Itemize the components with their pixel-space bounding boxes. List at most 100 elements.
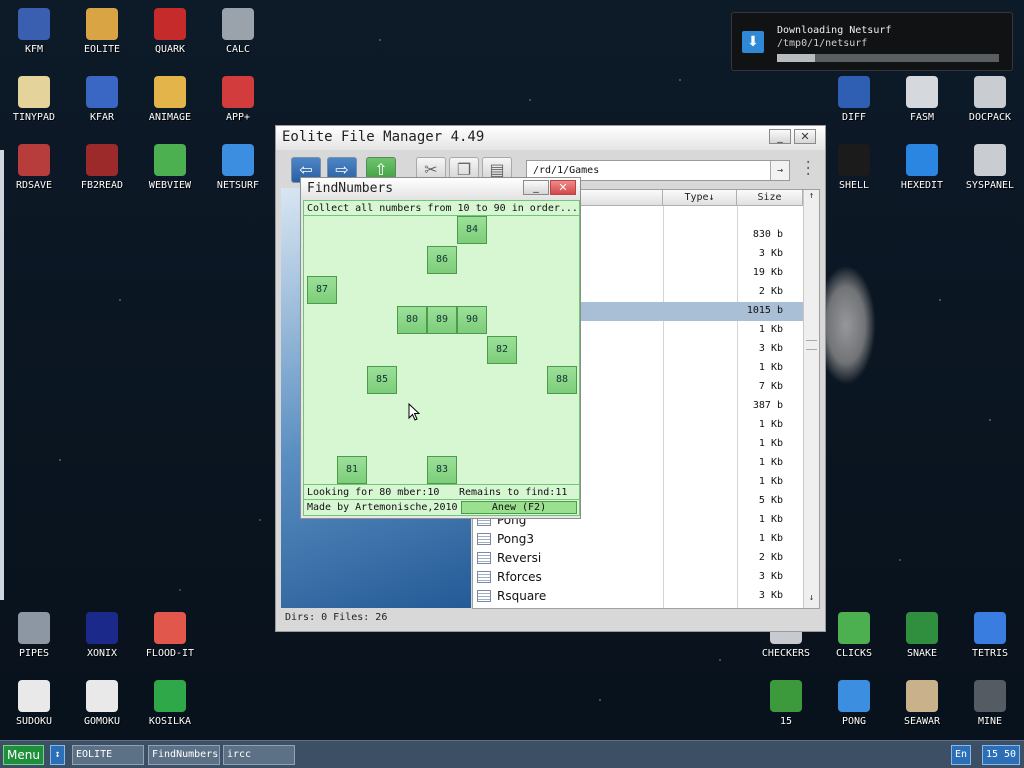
path-go-button[interactable]: → (770, 161, 789, 180)
scroll-down-icon[interactable]: ↓ (804, 593, 819, 607)
desktop-icon-xonix[interactable]: XONIX (68, 604, 136, 666)
archive-icon (86, 76, 118, 108)
xonix-icon (86, 612, 118, 644)
number-tile[interactable]: 84 (457, 216, 487, 244)
desktop-icon-flood-it[interactable]: FLOOD-IT (136, 604, 204, 666)
desktop-icon-label: SHELL (838, 180, 870, 191)
clock[interactable]: 15 50 (982, 745, 1020, 765)
desktop-icon-netsurf[interactable]: NETSURF (204, 136, 272, 198)
eolite-minimize-button[interactable]: _ (769, 129, 791, 144)
table-row[interactable]: Pong3 1 Kb (473, 530, 803, 549)
column-size-header[interactable]: Size (737, 190, 803, 206)
game-board[interactable]: Collect all numbers from 10 to 90 in ord… (303, 200, 580, 516)
eolite-close-button[interactable]: ✕ (794, 129, 816, 144)
task-ircc[interactable]: ircc (223, 745, 295, 765)
number-tile[interactable]: 87 (307, 276, 337, 304)
number-tile[interactable]: 86 (427, 246, 457, 274)
scroll-up-icon[interactable]: ↑ (804, 191, 819, 205)
blocks-icon (838, 612, 870, 644)
file-name: Pong3 (497, 532, 535, 546)
desktop-icon-clicks[interactable]: CLICKS (820, 604, 888, 666)
menu-button[interactable]: Menu (3, 745, 44, 765)
findnumbers-minimize-button[interactable]: _ (523, 180, 549, 195)
number-tile[interactable]: 81 (337, 456, 367, 484)
desktop-icon-fasm[interactable]: FASM (888, 68, 956, 130)
desktop-icon-label: KFM (24, 44, 44, 55)
remains-text: Remains to find:11 (459, 487, 568, 498)
number-tile[interactable]: 88 (547, 366, 577, 394)
column-type-header[interactable]: Type↓ (663, 190, 737, 206)
desktop-icon-mine[interactable]: MINE (956, 672, 1024, 734)
desktop-icon-label: WEBVIEW (148, 180, 192, 191)
file-size: 3 Kb (758, 590, 783, 601)
desktop-icon-label: RDSAVE (15, 180, 53, 191)
findnumbers-close-button[interactable]: ✕ (550, 180, 576, 195)
language-indicator[interactable]: En (951, 745, 971, 765)
desktop-icon-hexedit[interactable]: HEXEDIT (888, 136, 956, 198)
scroll-grip[interactable] (806, 340, 817, 350)
desktop-icon-label: MINE (977, 716, 1003, 727)
desktop-icon-syspanel[interactable]: SYSPANEL (956, 136, 1024, 198)
desktop-icon-gomoku[interactable]: GOMOKU (68, 672, 136, 734)
desktop-icon-fb2read[interactable]: FB2READ (68, 136, 136, 198)
number-tile[interactable]: 82 (487, 336, 517, 364)
number-tile[interactable]: 90 (457, 306, 487, 334)
number-tile[interactable]: 85 (367, 366, 397, 394)
desktop-icon-tinypad[interactable]: TINYPAD (0, 68, 68, 130)
desktop-icon-docpack[interactable]: DOCPACK (956, 68, 1024, 130)
table-row[interactable]: Reversi 2 Kb (473, 549, 803, 568)
board-divider (304, 215, 579, 216)
number-tile[interactable]: 83 (427, 456, 457, 484)
desktop-icon-label: SEAWAR (903, 716, 941, 727)
desktop-icon-label: PONG (841, 716, 867, 727)
file-size: 387 b (752, 400, 783, 411)
desktop-icon-kosilka[interactable]: KOSILKA (136, 672, 204, 734)
desktop-icon-pipes[interactable]: PIPES (0, 604, 68, 666)
desktop-icon-calc[interactable]: CALC (204, 0, 272, 62)
mine-icon (974, 680, 1006, 712)
download-progress-bar (777, 54, 999, 62)
number-tile[interactable]: 89 (427, 306, 457, 334)
desktop-icon-label: FB2READ (80, 180, 124, 191)
download-notification[interactable]: ⬇ Downloading Netsurf /tmp0/1/netsurf (731, 12, 1013, 71)
desktop-icon-animage[interactable]: ANIMAGE (136, 68, 204, 130)
file-size: 3 Kb (758, 248, 783, 259)
hex-icon (906, 144, 938, 176)
file-size: 19 Kb (752, 267, 783, 278)
desktop-icon-tetris[interactable]: TETRIS (956, 604, 1024, 666)
eolite-statusbar: Dirs: 0 Files: 26 (285, 612, 388, 623)
desktop-icon-kfm[interactable]: KFM (0, 0, 68, 62)
more-menu-icon[interactable]: · · · (804, 156, 812, 182)
pipes-icon (18, 612, 50, 644)
folder-icon (86, 8, 118, 40)
file-size: 1 Kb (758, 533, 783, 544)
desktop-icon-eolite[interactable]: EOLITE (68, 0, 136, 62)
desktop-icon-quark[interactable]: QUARK (136, 0, 204, 62)
taskbar: Menu ↕ EOLITE FindNumbers ircc En 15 50 (0, 740, 1024, 768)
desktop-icon-app-[interactable]: APP+ (204, 68, 272, 130)
task-eolite[interactable]: EOLITE (72, 745, 144, 765)
desktop-icon-seawar[interactable]: SEAWAR (888, 672, 956, 734)
desktop-icon-shell[interactable]: SHELL (820, 136, 888, 198)
table-row[interactable]: Rsquare 3 Kb (473, 587, 803, 606)
desktop-icon-snake[interactable]: SNAKE (888, 604, 956, 666)
number-tile[interactable]: 80 (397, 306, 427, 334)
desktop-icon-kfar[interactable]: KFAR (68, 68, 136, 130)
game-instructions: Collect all numbers from 10 to 90 in ord… (307, 203, 578, 214)
desktop-icon-rdsave[interactable]: RDSAVE (0, 136, 68, 198)
book-icon (86, 144, 118, 176)
desktop-icon-webview[interactable]: WEBVIEW (136, 136, 204, 198)
chip-icon (906, 76, 938, 108)
calculator-icon (222, 8, 254, 40)
file-list-scrollbar[interactable]: ↑ ↓ (803, 190, 819, 608)
desktop-icon-pong[interactable]: PONG (820, 672, 888, 734)
task-findnumbers[interactable]: FindNumbers (148, 745, 220, 765)
desktop-icon-diff[interactable]: DIFF (820, 68, 888, 130)
lawnmower-icon (154, 680, 186, 712)
anew-button[interactable]: Anew (F2) (461, 501, 577, 514)
table-row[interactable]: Rforces 3 Kb (473, 568, 803, 587)
taskbar-switch-button[interactable]: ↕ (50, 745, 65, 765)
eolite-titlebar[interactable]: Eolite File Manager 4.49 (276, 126, 825, 150)
desktop-icon-sudoku[interactable]: SUDOKU (0, 672, 68, 734)
desktop-icon-15[interactable]: 15 (752, 672, 820, 734)
